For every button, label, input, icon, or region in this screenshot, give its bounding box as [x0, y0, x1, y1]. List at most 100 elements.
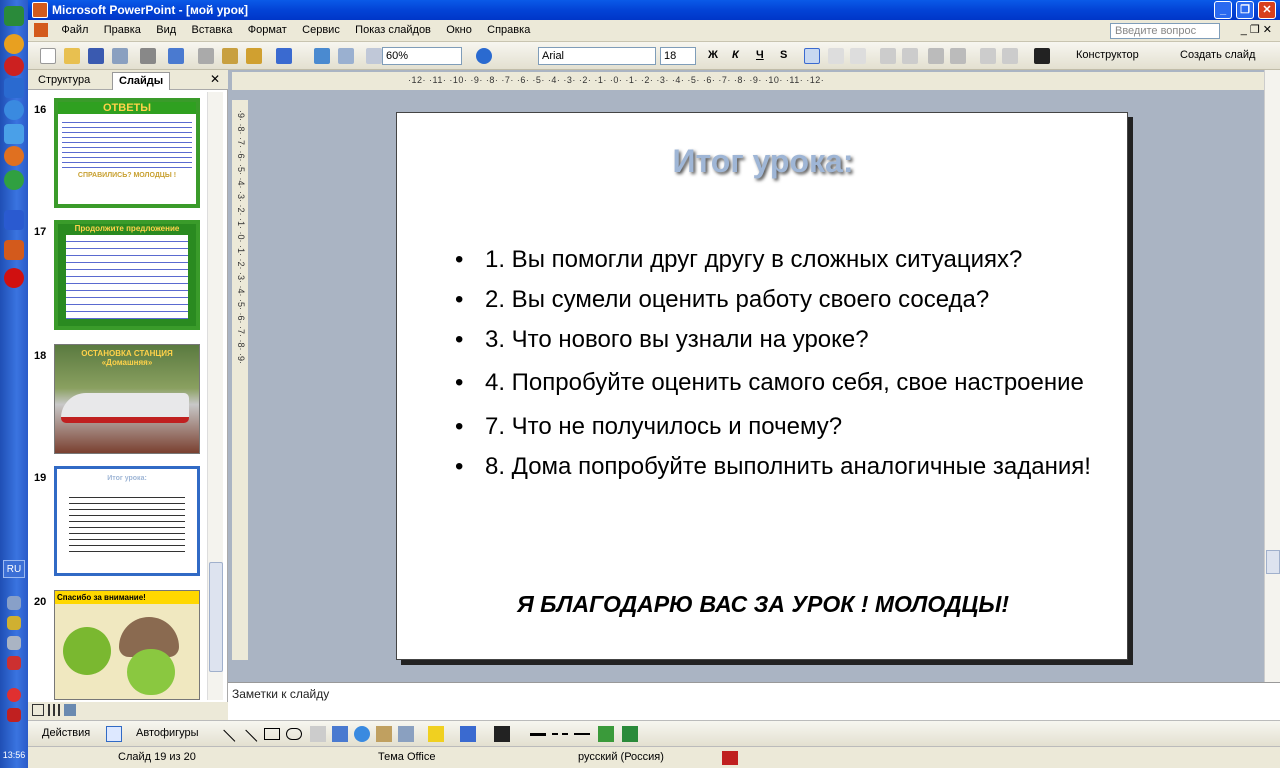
textbox-icon[interactable] — [310, 726, 326, 742]
word-icon[interactable] — [4, 210, 24, 230]
ie-icon[interactable] — [4, 34, 24, 54]
open-icon[interactable] — [64, 48, 80, 64]
paste-icon[interactable] — [222, 48, 238, 64]
spelling-status-icon[interactable] — [722, 751, 738, 765]
menu-tools[interactable]: Сервис — [296, 20, 346, 40]
slide-title[interactable]: Итог урока: — [397, 143, 1129, 180]
menu-help[interactable]: Справка — [481, 20, 536, 40]
rectangle-icon[interactable] — [264, 728, 280, 740]
tray-star-icon[interactable] — [7, 616, 21, 630]
close-panel-icon[interactable]: ✕ — [210, 72, 220, 86]
designer-button[interactable]: Конструктор — [1076, 49, 1139, 61]
normal-view-icon[interactable] — [32, 704, 44, 716]
slide-thumbnail-19-selected[interactable]: Итог урока: — [54, 466, 200, 576]
new-icon[interactable] — [40, 48, 56, 64]
zoom-select[interactable]: 60% — [382, 47, 462, 65]
thumbnails-scrollbar[interactable] — [207, 92, 223, 700]
slideshow-icon[interactable] — [64, 704, 76, 716]
wordart-icon[interactable] — [332, 726, 348, 742]
menu-window[interactable]: Окно — [440, 20, 478, 40]
notes-placeholder[interactable]: Заметки к слайду — [232, 687, 329, 701]
align-center-icon[interactable] — [828, 48, 844, 64]
fill-color-icon[interactable] — [428, 726, 444, 742]
grid-icon[interactable] — [366, 48, 382, 64]
clipart-icon[interactable] — [376, 726, 392, 742]
chart-icon[interactable] — [314, 48, 330, 64]
help-icon[interactable] — [476, 48, 492, 64]
bold-button[interactable]: Ж — [708, 49, 718, 61]
menu-file[interactable]: Файл — [55, 20, 94, 40]
notes-pane[interactable]: Заметки к слайду — [228, 682, 1280, 720]
powerpoint-icon[interactable] — [4, 240, 24, 260]
align-right-icon[interactable] — [850, 48, 866, 64]
menu-view[interactable]: Вид — [150, 20, 182, 40]
slide-thumbnail-17[interactable]: Продолжите предложение — [54, 220, 200, 330]
explorer-icon[interactable] — [4, 100, 24, 120]
decrease-font-icon[interactable] — [950, 48, 966, 64]
menu-insert[interactable]: Вставка — [186, 20, 239, 40]
document-icon[interactable] — [34, 23, 48, 37]
language-indicator[interactable]: RU — [3, 560, 25, 578]
increase-font-icon[interactable] — [928, 48, 944, 64]
scrollbar-thumb[interactable] — [209, 562, 223, 672]
slide-sorter-icon[interactable] — [48, 704, 60, 716]
format-painter-icon[interactable] — [246, 48, 262, 64]
print-icon[interactable] — [140, 48, 156, 64]
table-icon[interactable] — [338, 48, 354, 64]
copy-icon[interactable] — [198, 48, 214, 64]
autoshapes-menu[interactable]: Автофигуры — [136, 727, 199, 739]
desktop-icon[interactable] — [4, 124, 24, 144]
menu-slideshow[interactable]: Показ слайдов — [349, 20, 437, 40]
diagram-icon[interactable] — [354, 726, 370, 742]
undo-icon[interactable] — [276, 48, 292, 64]
new-slide-button[interactable]: Создать слайд — [1180, 49, 1255, 61]
permission-icon[interactable] — [112, 48, 128, 64]
shadow-button[interactable]: S — [780, 49, 787, 61]
slide-thumbnail-18[interactable]: ОСТАНОВКА СТАНЦИЯ «Домашняя» — [54, 344, 200, 454]
decrease-indent-icon[interactable] — [980, 48, 996, 64]
slide-vertical-scrollbar[interactable] — [1264, 70, 1280, 682]
font-size-select[interactable]: 18 — [660, 47, 696, 65]
font-color-icon[interactable] — [1034, 48, 1050, 64]
spelling-icon[interactable] — [168, 48, 184, 64]
tray-volume-icon[interactable] — [7, 636, 21, 650]
line-color-icon[interactable] — [460, 726, 476, 742]
slide-bullet-list[interactable]: 1. Вы помогли друг другу в сложных ситуа… — [455, 243, 1095, 490]
start-icon[interactable] — [4, 6, 24, 26]
doc-window-controls[interactable]: _ ❐ ✕ — [1241, 23, 1272, 36]
close-button[interactable]: ✕ — [1258, 1, 1276, 19]
numbering-icon[interactable] — [880, 48, 896, 64]
opera-icon[interactable] — [4, 268, 24, 288]
tray-antivirus-icon[interactable] — [7, 688, 21, 702]
slide-thumbnail-16[interactable]: ОТВЕТЫ СПРАВИЛИСЬ? МОЛОДЦЫ ! — [54, 98, 200, 208]
powerpoint-app-icon[interactable] — [32, 2, 48, 18]
scrollbar-thumb[interactable] — [1266, 550, 1280, 574]
bullets-icon[interactable] — [902, 48, 918, 64]
maximize-button[interactable]: ❐ — [1236, 1, 1254, 19]
folder-icon[interactable] — [4, 78, 24, 98]
align-left-icon[interactable] — [804, 48, 820, 64]
tray-security-icon[interactable] — [7, 656, 21, 670]
save-icon[interactable] — [88, 48, 104, 64]
slide-canvas[interactable]: Итог урока: 1. Вы помогли друг другу в с… — [396, 112, 1128, 660]
menu-format[interactable]: Формат — [242, 20, 293, 40]
select-pointer-icon[interactable] — [106, 726, 122, 742]
menu-edit[interactable]: Правка — [98, 20, 147, 40]
oval-icon[interactable] — [286, 728, 302, 740]
tab-outline[interactable]: Структура — [32, 72, 96, 90]
increase-indent-icon[interactable] — [1002, 48, 1018, 64]
italic-button[interactable]: К — [732, 49, 739, 61]
underline-button[interactable]: Ч — [756, 49, 764, 61]
shadow-style-icon[interactable] — [598, 726, 614, 742]
tray-update-icon[interactable] — [7, 708, 21, 722]
font-color-draw-icon[interactable] — [494, 726, 510, 742]
font-select[interactable]: Arial — [538, 47, 656, 65]
ask-question-input[interactable]: Введите вопрос — [1110, 23, 1220, 39]
3d-style-icon[interactable] — [622, 726, 638, 742]
picture-icon[interactable] — [398, 726, 414, 742]
slide-footer-text[interactable]: Я БЛАГОДАРЮ ВАС ЗА УРОК ! МОЛОДЦЫ! — [397, 591, 1129, 618]
browser-icon[interactable] — [4, 56, 24, 76]
slide-thumbnail-20[interactable]: Спасибо за внимание! — [54, 590, 200, 700]
app-icon[interactable] — [4, 170, 24, 190]
actions-menu[interactable]: Действия — [42, 727, 90, 739]
